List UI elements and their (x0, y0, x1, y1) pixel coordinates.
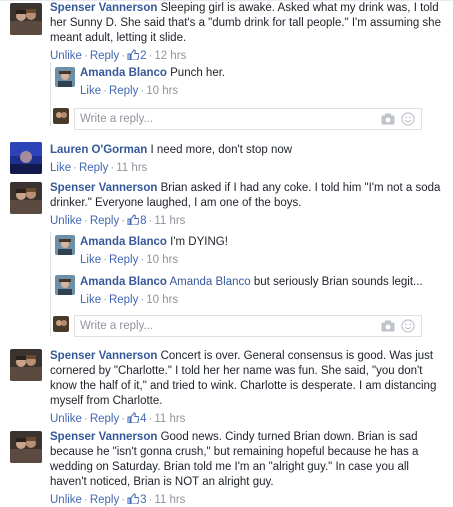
camera-icon[interactable] (381, 320, 395, 332)
comment: Lauren O'Gorman I need more, don't stop … (50, 143, 445, 176)
avatar[interactable] (55, 235, 75, 255)
commenter-name[interactable]: Spenser Vannerson (50, 431, 157, 443)
avatar[interactable] (55, 67, 75, 87)
separator: · (103, 85, 107, 97)
reply-link[interactable]: Reply (79, 162, 108, 174)
like-count[interactable]: 2 (127, 49, 146, 62)
timestamp[interactable]: 11 hrs (116, 162, 147, 174)
like-link[interactable]: Like (50, 162, 71, 174)
separator: · (121, 215, 126, 227)
commenter-name[interactable]: Spenser Vannerson (50, 2, 157, 14)
thumbs-up-icon (127, 49, 140, 60)
thumbs-up-icon (127, 412, 140, 423)
reply-actions: Like · Reply · 10 hrs (80, 83, 430, 99)
comment-actions: Unlike · Reply · 4 · 11 hrs (50, 411, 445, 427)
avatar (53, 108, 69, 124)
thumbs-up-icon (127, 214, 140, 225)
separator: · (121, 413, 126, 425)
camera-icon[interactable] (381, 113, 395, 125)
commenter-name[interactable]: Amanda Blanco (80, 236, 167, 248)
reply-link[interactable]: Reply (90, 494, 119, 506)
avatar (53, 316, 69, 332)
like-count[interactable]: 4 (127, 412, 146, 425)
avatar[interactable] (10, 182, 42, 214)
reply: Amanda Blanco Amanda Blanco but seriousl… (80, 275, 430, 308)
timestamp[interactable]: 10 hrs (146, 294, 178, 306)
avatar[interactable] (10, 349, 42, 381)
reply-input[interactable]: Write a reply... (74, 315, 422, 337)
reply-actions: Like · Reply · 10 hrs (80, 252, 430, 268)
reply-link[interactable]: Reply (109, 254, 138, 266)
timestamp[interactable]: 10 hrs (146, 85, 178, 97)
separator: · (121, 50, 126, 62)
reply: Amanda Blanco Punch her. Like · Reply · 10 h… (80, 66, 430, 99)
separator: · (103, 294, 107, 306)
timestamp[interactable]: 12 hrs (154, 50, 186, 62)
unlike-link[interactable]: Unlike (50, 413, 82, 425)
comment: Spenser Vannerson Concert is over. Gener… (50, 349, 445, 427)
comment-actions: Unlike · Reply · 3 · 11 hrs (50, 492, 445, 507)
tagged-user-link[interactable]: Amanda Blanco (169, 276, 250, 288)
separator: · (73, 162, 77, 174)
comment-text: I need more, don't stop now (150, 144, 293, 156)
commenter-name[interactable]: Spenser Vannerson (50, 182, 157, 194)
separator: · (103, 254, 107, 266)
reply-input-placeholder: Write a reply... (80, 320, 154, 332)
reply-text: I'm DYING! (170, 236, 228, 248)
reply-input[interactable]: Write a reply... (74, 108, 422, 130)
comment-actions: Unlike · Reply · 8 · 11 hrs (50, 213, 445, 229)
avatar[interactable] (10, 3, 42, 35)
reply-actions: Like · Reply · 10 hrs (80, 292, 430, 308)
timestamp[interactable]: 11 hrs (154, 215, 185, 227)
commenter-name[interactable]: Lauren O'Gorman (50, 144, 147, 156)
emoji-icon[interactable] (401, 319, 415, 333)
reply-link[interactable]: Reply (90, 50, 119, 62)
avatar[interactable] (55, 275, 75, 295)
unlike-link[interactable]: Unlike (50, 50, 82, 62)
reply: Amanda Blanco I'm DYING! Like · Reply · 10 h… (80, 235, 430, 268)
reply-text: Punch her. (170, 67, 226, 79)
like-count[interactable]: 3 (127, 493, 146, 506)
avatar[interactable] (10, 431, 42, 463)
comment: Spenser Vannerson Sleeping girl is awake… (50, 1, 445, 64)
thumbs-up-icon (127, 493, 140, 504)
reply-link[interactable]: Reply (109, 85, 138, 97)
reply-link[interactable]: Reply (90, 413, 119, 425)
separator: · (83, 50, 88, 62)
reply-input-placeholder: Write a reply... (80, 113, 154, 125)
reply-text: but seriously Brian sounds legit... (253, 276, 423, 288)
comment-actions: Like · Reply · 11 hrs (50, 160, 445, 176)
timestamp[interactable]: 11 hrs (154, 494, 185, 506)
comment: Spenser Vannerson Good news. Cindy turne… (50, 430, 445, 507)
separator: · (83, 215, 88, 227)
unlike-link[interactable]: Unlike (50, 494, 82, 506)
commenter-name[interactable]: Amanda Blanco (80, 67, 167, 79)
timestamp[interactable]: 10 hrs (146, 254, 178, 266)
commenter-name[interactable]: Amanda Blanco (80, 276, 167, 288)
separator: · (83, 413, 88, 425)
like-link[interactable]: Like (80, 85, 101, 97)
comment: Spenser Vannerson Brian asked if I had a… (50, 181, 445, 229)
emoji-icon[interactable] (401, 112, 415, 126)
timestamp[interactable]: 11 hrs (154, 413, 185, 425)
commenter-name[interactable]: Spenser Vannerson (50, 350, 157, 362)
like-count[interactable]: 8 (127, 214, 146, 227)
unlike-link[interactable]: Unlike (50, 215, 82, 227)
avatar[interactable] (10, 142, 42, 174)
separator: · (121, 494, 126, 506)
like-link[interactable]: Like (80, 254, 101, 266)
separator: · (83, 494, 88, 506)
like-link[interactable]: Like (80, 294, 101, 306)
reply-link[interactable]: Reply (109, 294, 138, 306)
reply-link[interactable]: Reply (90, 215, 119, 227)
